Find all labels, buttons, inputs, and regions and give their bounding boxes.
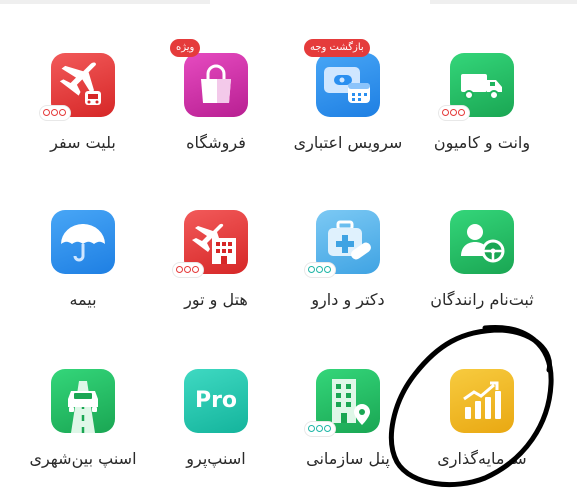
service-label: هتل و تور — [184, 290, 248, 309]
cashback-badge: بازگشت وجه — [304, 39, 370, 57]
loading-dots — [173, 263, 203, 277]
loading-dots — [305, 422, 335, 436]
service-label: بیمه — [69, 290, 97, 309]
service-label: بلیت سفر — [50, 133, 116, 152]
road-car-icon — [51, 369, 115, 433]
annotation-circle — [388, 325, 554, 488]
service-label: دکتر و دارو — [311, 290, 385, 309]
service-label: وانت و کامیون — [433, 133, 531, 152]
special-badge: ویژه — [170, 39, 201, 57]
service-label: ثبت‌نام رانندگان — [430, 290, 534, 309]
service-label: اسنپ بین‌شهری — [29, 449, 137, 468]
shopping-bag-icon — [184, 53, 248, 117]
driver-icon — [450, 210, 514, 274]
umbrella-icon — [51, 210, 115, 274]
service-label: اسنپ‌پرو — [186, 449, 246, 468]
top-divider — [0, 0, 577, 6]
loading-dots — [305, 263, 335, 277]
service-label: سرویس اعتباری — [293, 133, 403, 152]
wallet-icon — [316, 53, 380, 117]
service-label: فروشگاه — [186, 133, 246, 152]
loading-dots — [40, 106, 70, 120]
loading-dots — [439, 106, 469, 120]
pro-icon-text: Pro — [194, 388, 238, 413]
pro-icon: Pro — [184, 369, 248, 433]
